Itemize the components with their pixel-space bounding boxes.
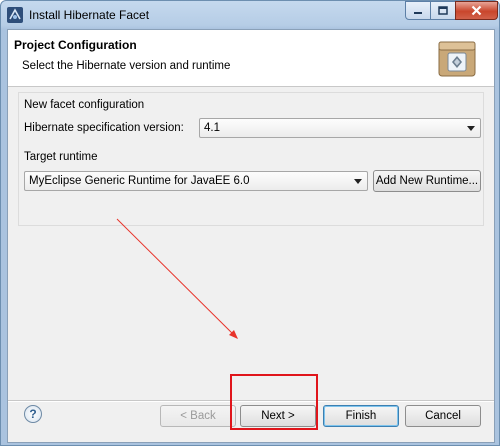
wizard-banner: Project Configuration Select the Hiberna… — [8, 30, 494, 87]
cancel-button[interactable]: Cancel — [405, 405, 481, 427]
spec-version-label: Hibernate specification version: — [24, 122, 184, 134]
target-runtime-value: MyEclipse Generic Runtime for JavaEE 6.0 — [29, 175, 250, 187]
close-icon — [471, 5, 482, 16]
maximize-button[interactable] — [430, 1, 456, 20]
back-button[interactable]: < Back — [160, 405, 236, 427]
target-runtime-select[interactable]: MyEclipse Generic Runtime for JavaEE 6.0 — [24, 171, 368, 191]
facet-config-group-label: New facet configuration — [24, 99, 145, 111]
dialog-window: Install Hibernate Facet Project Configur… — [0, 0, 500, 446]
maximize-icon — [438, 6, 448, 15]
help-icon[interactable]: ? — [24, 405, 42, 423]
chevron-down-icon — [467, 126, 475, 131]
window-title: Install Hibernate Facet — [29, 8, 150, 22]
minimize-button[interactable] — [405, 1, 431, 20]
spec-version-value: 4.1 — [204, 122, 220, 134]
dialog-content: Project Configuration Select the Hiberna… — [7, 29, 495, 443]
minimize-icon — [414, 11, 422, 14]
close-button[interactable] — [455, 1, 498, 20]
page-description: Select the Hibernate version and runtime — [22, 60, 231, 72]
eclipse-app-icon — [7, 7, 23, 23]
chevron-down-icon — [354, 179, 362, 184]
finish-button[interactable]: Finish — [323, 405, 399, 427]
footer-separator — [8, 400, 494, 402]
page-title: Project Configuration — [14, 38, 137, 52]
next-button[interactable]: Next > — [240, 405, 316, 427]
facet-package-icon — [438, 41, 476, 77]
target-runtime-group-label: Target runtime — [24, 151, 98, 163]
spec-version-select[interactable]: 4.1 — [199, 118, 481, 138]
add-new-runtime-button[interactable]: Add New Runtime... — [373, 170, 481, 192]
title-bar[interactable]: Install Hibernate Facet — [1, 1, 500, 29]
settings-panel: New facet configuration Hibernate specif… — [18, 92, 484, 226]
